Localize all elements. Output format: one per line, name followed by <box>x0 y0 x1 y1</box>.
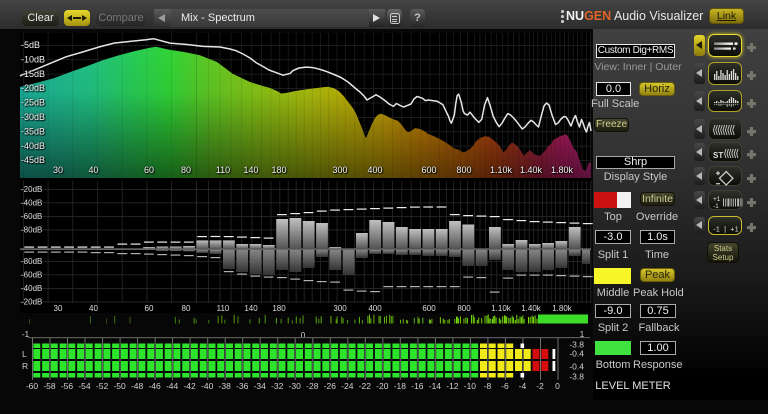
svg-text:-22: -22 <box>359 381 372 391</box>
svg-text:1.80k: 1.80k <box>551 165 574 175</box>
svg-text:-6: -6 <box>501 381 509 391</box>
svg-text:-34: -34 <box>254 381 267 391</box>
svg-text:-30: -30 <box>289 381 302 391</box>
svg-text:110: 110 <box>217 304 230 313</box>
svg-text:-14: -14 <box>429 381 442 391</box>
svg-text:60: 60 <box>145 304 154 313</box>
svg-text:-42: -42 <box>183 381 196 391</box>
svg-text:-25dB: -25dB <box>21 98 45 108</box>
svg-text:-20dB: -20dB <box>21 185 42 194</box>
svg-text:110: 110 <box>216 165 230 175</box>
svg-text:0: 0 <box>301 331 306 340</box>
svg-text:+1: +1 <box>713 196 721 203</box>
svg-text:-30dB: -30dB <box>21 112 45 122</box>
svg-text:300: 300 <box>332 165 347 175</box>
svg-text:-1: -1 <box>713 203 719 210</box>
svg-text:800: 800 <box>456 165 471 175</box>
svg-text:-28: -28 <box>306 381 319 391</box>
svg-text:300: 300 <box>333 304 347 313</box>
svg-text:1.80k: 1.80k <box>552 304 573 313</box>
svg-text:800: 800 <box>457 304 471 313</box>
svg-text:-8: -8 <box>484 381 492 391</box>
svg-text:-10: -10 <box>464 381 477 391</box>
svg-text:30: 30 <box>54 304 63 313</box>
svg-text:-50: -50 <box>113 381 126 391</box>
svg-text:-1 | +1: -1 | +1 <box>713 225 739 234</box>
svg-text:140: 140 <box>243 165 258 175</box>
svg-text:-0.4: -0.4 <box>569 362 584 372</box>
svg-text:-40dB: -40dB <box>21 284 42 293</box>
svg-text:-46: -46 <box>148 381 161 391</box>
svg-text:-2: -2 <box>536 381 544 391</box>
svg-text:-35dB: -35dB <box>21 126 45 136</box>
svg-text:-54: -54 <box>78 381 91 391</box>
svg-text:-80dB: -80dB <box>21 257 42 266</box>
svg-text:-36: -36 <box>236 381 249 391</box>
svg-text:-52: -52 <box>96 381 109 391</box>
svg-text:-32: -32 <box>271 381 284 391</box>
svg-text:-12: -12 <box>446 381 459 391</box>
svg-text:-60: -60 <box>26 381 39 391</box>
svg-text:-40dB: -40dB <box>21 198 42 207</box>
svg-text:0: 0 <box>555 381 560 391</box>
svg-text:-16: -16 <box>411 381 424 391</box>
svg-text:-20dB: -20dB <box>21 297 42 306</box>
svg-text:1.40k: 1.40k <box>520 165 543 175</box>
svg-text:80: 80 <box>182 304 191 313</box>
svg-text:-40: -40 <box>201 381 214 391</box>
svg-text:-38: -38 <box>219 381 232 391</box>
svg-text:L: L <box>22 349 27 359</box>
svg-text:-5dB: -5dB <box>21 40 40 50</box>
svg-text:600: 600 <box>422 304 436 313</box>
svg-text:-26: -26 <box>324 381 337 391</box>
svg-text:180: 180 <box>272 304 286 313</box>
svg-text:180: 180 <box>271 165 286 175</box>
svg-text:-0.4: -0.4 <box>569 349 584 359</box>
svg-text:40: 40 <box>88 165 98 175</box>
svg-text:1.10k: 1.10k <box>491 304 512 313</box>
svg-text:30: 30 <box>53 165 63 175</box>
svg-text:-48: -48 <box>131 381 144 391</box>
svg-text:400: 400 <box>368 304 382 313</box>
svg-text:R: R <box>22 361 28 371</box>
svg-text:-40dB: -40dB <box>21 141 45 151</box>
svg-text:-20dB: -20dB <box>21 83 45 93</box>
svg-text:1.40k: 1.40k <box>521 304 542 313</box>
svg-text:60: 60 <box>144 165 154 175</box>
svg-text:-56: -56 <box>61 381 74 391</box>
svg-text:400: 400 <box>367 165 382 175</box>
svg-text:-10dB: -10dB <box>21 54 45 64</box>
svg-text:-80dB: -80dB <box>21 225 42 234</box>
svg-text:600: 600 <box>421 165 436 175</box>
svg-text:ST: ST <box>713 151 723 160</box>
svg-text:-20: -20 <box>376 381 389 391</box>
svg-text:-58: -58 <box>43 381 56 391</box>
svg-text:-60dB: -60dB <box>21 270 42 279</box>
svg-text:1.10k: 1.10k <box>490 165 513 175</box>
svg-text:-45dB: -45dB <box>21 155 45 165</box>
svg-text:-44: -44 <box>166 381 179 391</box>
svg-text:-18: -18 <box>394 381 407 391</box>
svg-text:40: 40 <box>89 304 98 313</box>
svg-text:-24: -24 <box>341 381 354 391</box>
svg-text:-15dB: -15dB <box>21 69 45 79</box>
svg-text:80: 80 <box>181 165 191 175</box>
svg-text:-60dB: -60dB <box>21 212 42 221</box>
svg-text:-4: -4 <box>519 381 527 391</box>
svg-text:140: 140 <box>244 304 258 313</box>
